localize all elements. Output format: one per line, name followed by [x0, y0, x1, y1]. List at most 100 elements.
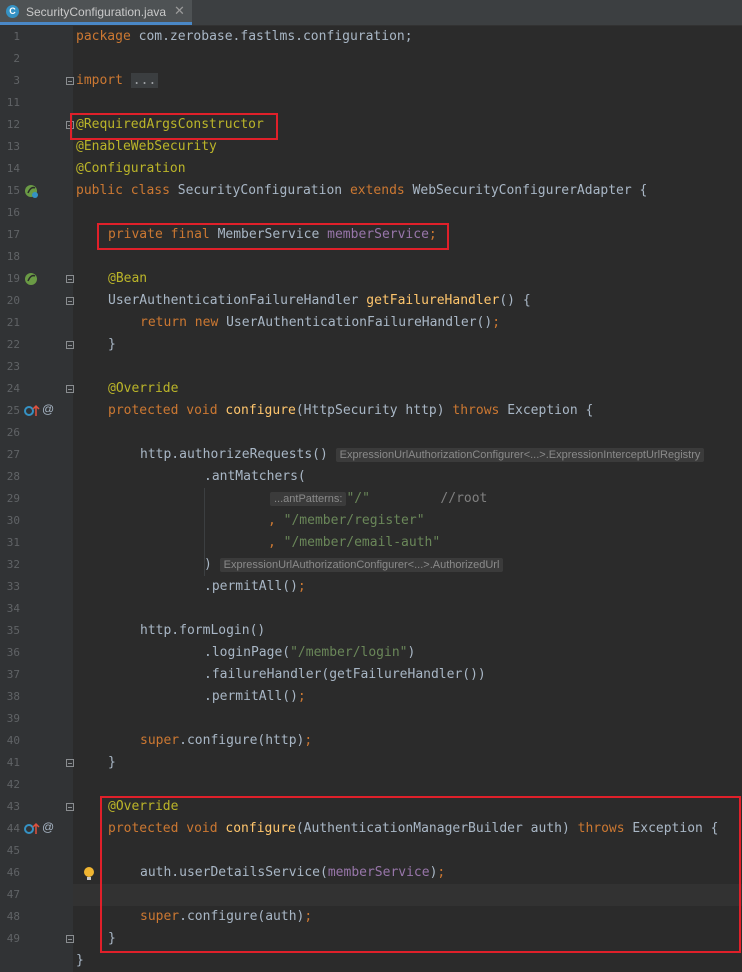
- code-text: protected void configure(HttpSecurity ht…: [108, 403, 594, 418]
- code-text: @Override: [108, 799, 179, 814]
- code-line: 25 protected void configure(HttpSecurity…: [0, 400, 742, 422]
- inlay-param-hint: ...antPatterns:: [270, 492, 347, 506]
- code-line: 49 }: [0, 928, 742, 950]
- code-line: 37 .failureHandler(getFailureHandler()): [0, 664, 742, 686]
- code-line: 42: [0, 774, 742, 796]
- line-number: 19: [6, 272, 20, 285]
- line-number: 27: [6, 448, 20, 461]
- line-number: 16: [6, 206, 20, 219]
- close-icon[interactable]: ✕: [174, 4, 185, 18]
- code-line: 12 @RequiredArgsConstructor: [0, 114, 742, 136]
- line-number: 3: [13, 74, 20, 87]
- line-number: 35: [6, 624, 20, 637]
- code-line: 44 protected void configure(Authenticati…: [0, 818, 742, 840]
- folded-imports[interactable]: ...: [130, 73, 159, 88]
- line-number: 34: [6, 602, 20, 615]
- code-line: 45: [0, 840, 742, 862]
- fold-toggle-icon[interactable]: [66, 77, 74, 85]
- code-line: 30 , "/member/register": [0, 510, 742, 532]
- code-text: .permitAll();: [204, 689, 306, 704]
- code-text: public class SecurityConfiguration exten…: [76, 183, 648, 198]
- line-number: 33: [6, 580, 20, 593]
- line-number: 22: [6, 338, 20, 351]
- code-line: 29 ...antPatterns: "/" //root: [0, 488, 742, 510]
- code-line: 35 http.formLogin(): [0, 620, 742, 642]
- fold-toggle-icon[interactable]: [66, 341, 74, 349]
- code-line: 27 http.authorizeRequests() ExpressionUr…: [0, 444, 742, 466]
- line-number: 25: [6, 404, 20, 417]
- code-line: 1 package com.zerobase.fastlms.configura…: [0, 26, 742, 48]
- tab-security-configuration[interactable]: C SecurityConfiguration.java ✕: [0, 0, 192, 25]
- line-number: 36: [6, 646, 20, 659]
- code-text: auth.userDetailsService(memberService);: [140, 865, 446, 880]
- code-text: .permitAll();: [204, 579, 306, 594]
- at-icon[interactable]: @: [42, 821, 54, 833]
- line-number: 37: [6, 668, 20, 681]
- code-text: private final MemberService memberServic…: [108, 227, 437, 242]
- line-number: 17: [6, 228, 20, 241]
- fold-toggle-icon[interactable]: [66, 121, 74, 129]
- line-number: 43: [6, 800, 20, 813]
- code-line: 15 public class SecurityConfiguration ex…: [0, 180, 742, 202]
- code-text: @EnableWebSecurity: [76, 139, 217, 154]
- code-line: 3 import ...: [0, 70, 742, 92]
- code-line: 13 @EnableWebSecurity: [0, 136, 742, 158]
- code-line: 46 auth.userDetailsService(memberService…: [0, 862, 742, 884]
- line-number: 47: [6, 888, 20, 901]
- editor-tab-bar: C SecurityConfiguration.java ✕: [0, 0, 742, 26]
- code-line: 33 .permitAll();: [0, 576, 742, 598]
- java-class-icon: C: [6, 5, 19, 18]
- code-text: , "/member/register": [268, 513, 425, 528]
- spring-bean-icon[interactable]: [24, 272, 39, 287]
- code-text: return new UserAuthenticationFailureHand…: [140, 315, 501, 330]
- code-line: 18: [0, 246, 742, 268]
- line-number: 21: [6, 316, 20, 329]
- code-text: }: [108, 337, 116, 352]
- code-line: 43 @Override: [0, 796, 742, 818]
- code-text: @Configuration: [76, 161, 186, 176]
- code-line: 23: [0, 356, 742, 378]
- lightbulb-icon[interactable]: [83, 866, 95, 882]
- line-number: 45: [6, 844, 20, 857]
- code-text: super.configure(auth);: [140, 909, 313, 924]
- line-number: 39: [6, 712, 20, 725]
- line-number: 13: [6, 140, 20, 153]
- code-text: , "/member/email-auth": [268, 535, 441, 550]
- override-arrow-icon[interactable]: [24, 822, 40, 836]
- code-line: 2: [0, 48, 742, 70]
- code-line: 41 }: [0, 752, 742, 774]
- code-line: 21 return new UserAuthenticationFailureH…: [0, 312, 742, 334]
- code-text: super.configure(http);: [140, 733, 313, 748]
- fold-toggle-icon[interactable]: [66, 803, 74, 811]
- line-number: 11: [6, 96, 20, 109]
- code-line: 28 .antMatchers(: [0, 466, 742, 488]
- code-line: 36 .loginPage("/member/login"): [0, 642, 742, 664]
- line-number: 40: [6, 734, 20, 747]
- code-text: }: [108, 755, 116, 770]
- line-number: 18: [6, 250, 20, 263]
- line-number: 31: [6, 536, 20, 549]
- spring-bean-class-icon[interactable]: [24, 184, 39, 199]
- code-text: http.formLogin(): [140, 623, 266, 638]
- line-number: 20: [6, 294, 20, 307]
- line-number: 2: [13, 52, 20, 65]
- code-line: 14 @Configuration: [0, 158, 742, 180]
- fold-toggle-icon[interactable]: [66, 759, 74, 767]
- inlay-type-hint: ExpressionUrlAuthorizationConfigurer<...…: [219, 558, 504, 572]
- line-number: 41: [6, 756, 20, 769]
- code-text: .antMatchers(: [204, 469, 306, 484]
- line-number: 29: [6, 492, 20, 505]
- fold-toggle-icon[interactable]: [66, 385, 74, 393]
- line-number: 23: [6, 360, 20, 373]
- code-text: .failureHandler(getFailureHandler()): [204, 667, 486, 682]
- code-text: @RequiredArgsConstructor: [76, 117, 264, 132]
- code-text: import ...: [76, 73, 159, 88]
- fold-toggle-icon[interactable]: [66, 297, 74, 305]
- at-icon[interactable]: @: [42, 403, 54, 415]
- line-number: 46: [6, 866, 20, 879]
- override-arrow-icon[interactable]: [24, 404, 40, 418]
- fold-toggle-icon[interactable]: [66, 275, 74, 283]
- fold-toggle-icon[interactable]: [66, 935, 74, 943]
- code-line: 34: [0, 598, 742, 620]
- code-text: @Bean: [108, 271, 148, 286]
